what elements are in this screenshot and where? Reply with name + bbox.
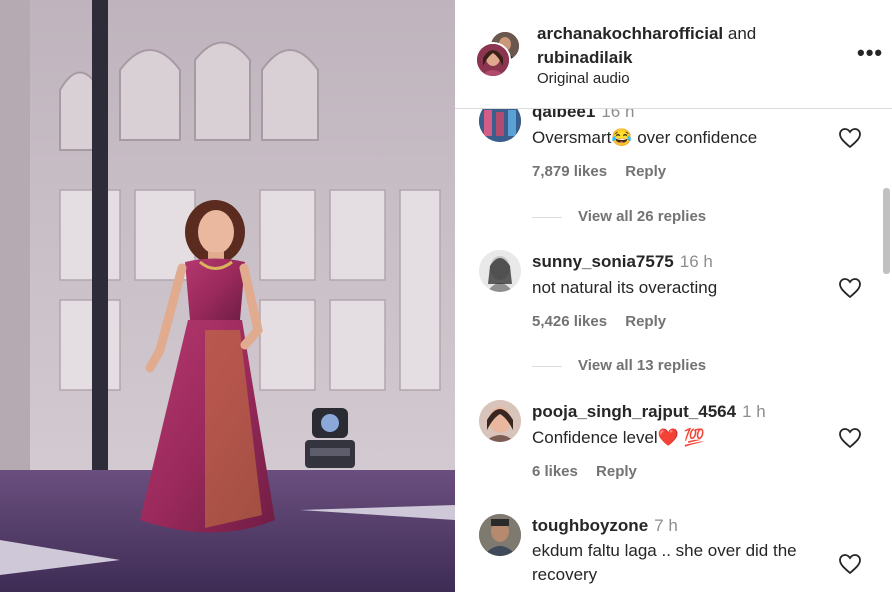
avatar-image [479, 250, 521, 292]
author-username[interactable]: rubinadilaik [537, 48, 632, 67]
username-text[interactable]: sunny_sonia7575 [532, 252, 674, 271]
comment-time: 1 h [742, 402, 766, 421]
and-text: and [727, 24, 757, 43]
replies-divider [532, 365, 562, 367]
post-header: archanakochharofficial and rubinadilaik … [455, 0, 892, 109]
scrollbar-thumb[interactable] [883, 188, 890, 274]
like-count[interactable]: 7,879 likes [532, 163, 607, 180]
audio-label[interactable]: Original audio [537, 70, 630, 87]
comment-text: Confidence level❤️ 💯 [532, 428, 705, 447]
comment-meta: 6 likes Reply [532, 463, 651, 480]
avatar[interactable] [479, 514, 521, 556]
view-replies-label[interactable]: View all 26 replies [578, 208, 706, 225]
comment-text: not natural its overacting [532, 278, 718, 297]
avatar-image [479, 514, 521, 556]
comment-meta: 7,879 likes Reply [532, 163, 680, 180]
more-options-icon[interactable]: ••• [857, 40, 883, 66]
comment-time: 16 h [679, 252, 713, 271]
comment-username[interactable]: sunny_sonia7575 16 h [532, 252, 713, 272]
like-heart-icon[interactable] [838, 426, 862, 450]
comments-panel: qalbee1 16 h Oversmart😂 over confidence 7… [455, 0, 892, 592]
avatar[interactable] [475, 42, 511, 78]
like-heart-icon[interactable] [838, 126, 862, 150]
reel-video[interactable] [0, 0, 455, 592]
comment-text: ekdum faltu laga .. she over did the rec… [532, 541, 797, 584]
comment-meta: 5,426 likes Reply [532, 313, 680, 330]
view-replies-button[interactable]: View all 26 replies [532, 208, 706, 225]
comment-username[interactable]: toughboyzone 7 h [532, 516, 678, 536]
avatar-image [477, 44, 509, 76]
avatar[interactable] [479, 400, 521, 442]
post-authors: archanakochharofficial and rubinadilaik [537, 22, 756, 70]
author-username[interactable]: archanakochharofficial [537, 24, 723, 43]
reply-button[interactable]: Reply [625, 163, 666, 180]
comment-username[interactable]: pooja_singh_rajput_4564 1 h [532, 402, 766, 422]
avatar[interactable] [479, 250, 521, 292]
avatar-image [479, 400, 521, 442]
comment-text: Oversmart😂 over confidence [532, 128, 758, 147]
view-replies-button[interactable]: View all 13 replies [532, 357, 706, 374]
like-heart-icon[interactable] [838, 276, 862, 300]
reply-button[interactable]: Reply [596, 463, 637, 480]
replies-divider [532, 216, 562, 218]
like-heart-icon[interactable] [838, 552, 862, 576]
comment-time: 7 h [654, 516, 678, 535]
like-count[interactable]: 5,426 likes [532, 313, 607, 330]
reply-button[interactable]: Reply [625, 313, 666, 330]
username-text[interactable]: toughboyzone [532, 516, 648, 535]
like-count[interactable]: 6 likes [532, 463, 578, 480]
collab-avatars[interactable] [475, 30, 525, 80]
video-frame-image [0, 0, 455, 592]
view-replies-label[interactable]: View all 13 replies [578, 357, 706, 374]
username-text[interactable]: pooja_singh_rajput_4564 [532, 402, 736, 421]
